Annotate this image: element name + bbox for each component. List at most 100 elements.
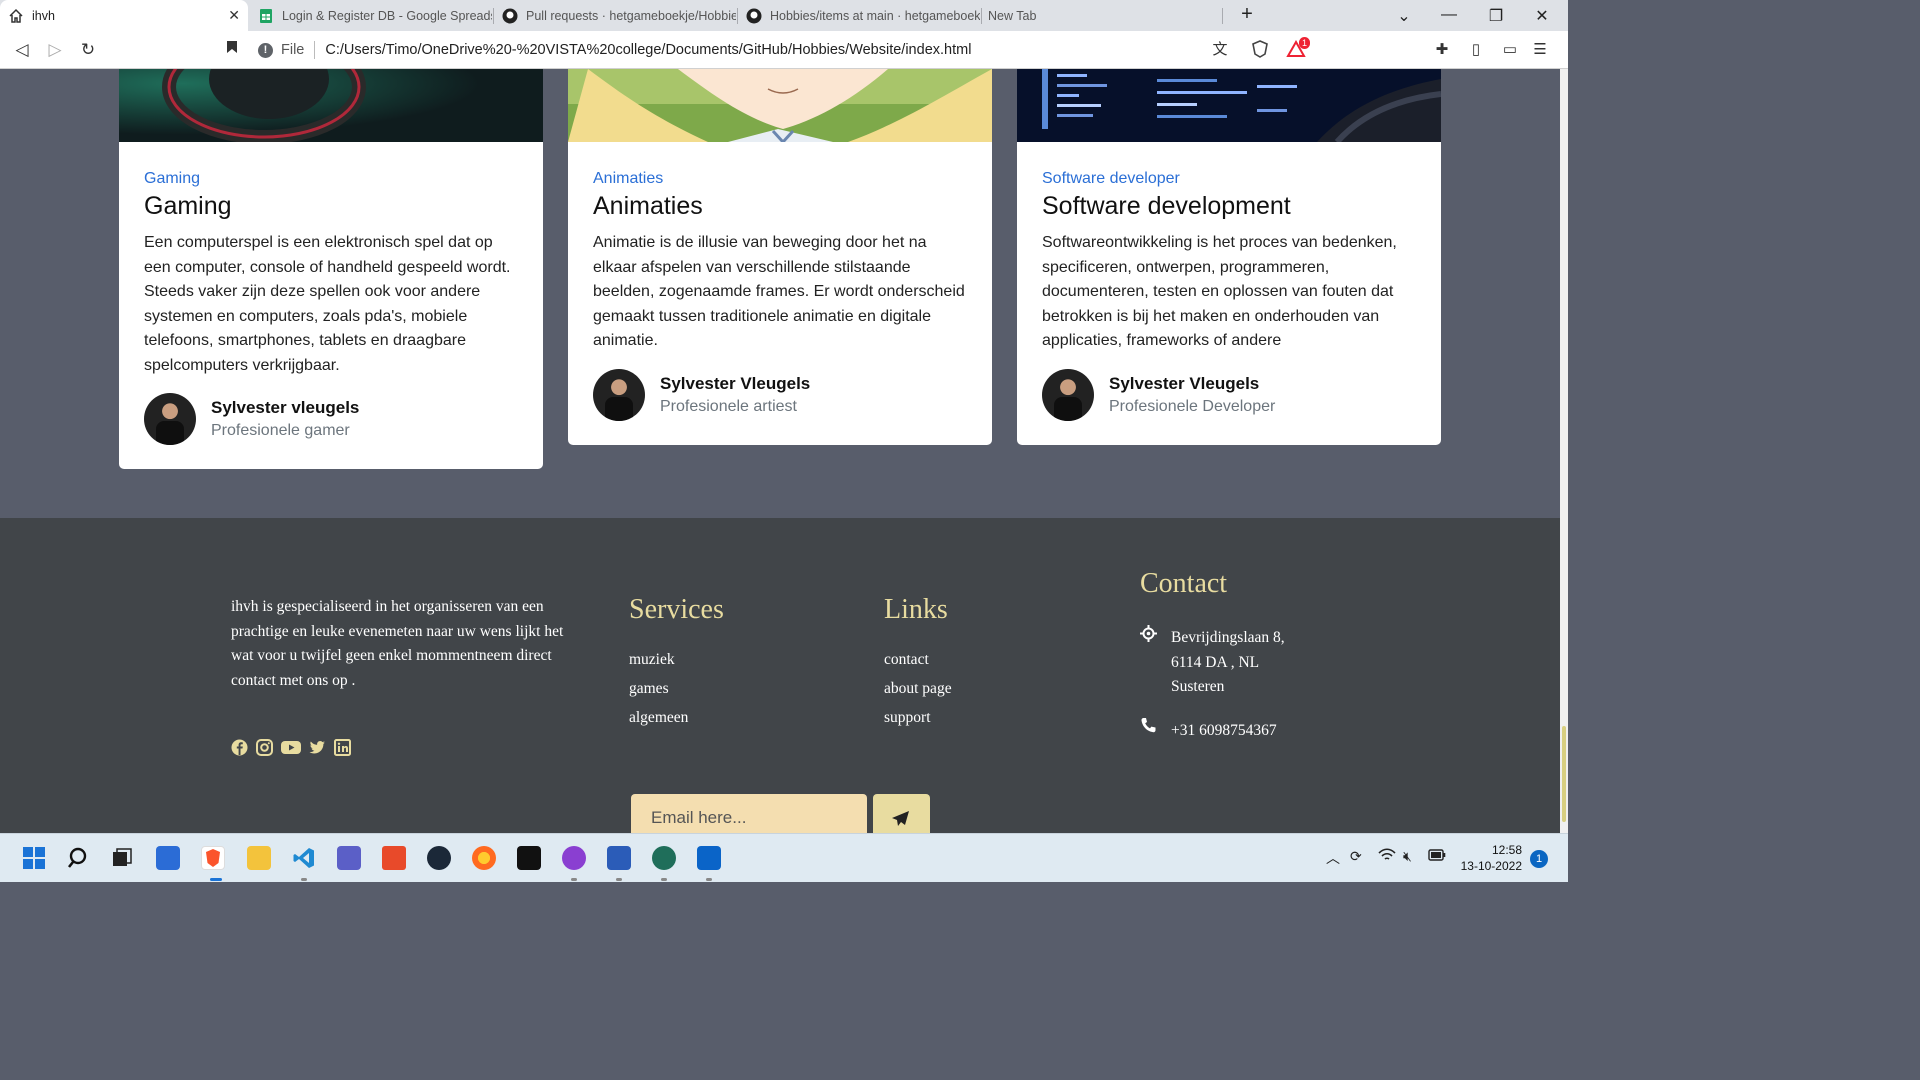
tab-hobbies-items[interactable]: Hobbies/items at main · hetgameboek — [738, 0, 980, 31]
search-icon[interactable] — [67, 846, 91, 870]
wallet-icon[interactable]: ▭ — [1500, 40, 1520, 60]
code-screen-image — [1017, 69, 1441, 142]
youtube-icon[interactable] — [281, 739, 301, 756]
running-indicator — [616, 878, 622, 881]
twitter-icon[interactable] — [309, 739, 326, 756]
contact-heading: Contact — [1140, 568, 1228, 599]
tab-new-tab[interactable]: New Tab — [980, 0, 1220, 31]
clock-time: 12:58 — [1491, 843, 1522, 857]
forward-icon[interactable]: ▷ — [44, 39, 66, 61]
footer-link-muziek[interactable]: muziek — [629, 651, 675, 669]
card-category[interactable]: Gaming — [144, 170, 518, 188]
minimize-icon[interactable]: — — [1439, 6, 1459, 24]
card-author: Sylvester Vleugels Profesionele Develope… — [1042, 368, 1416, 421]
card-animaties: Animaties Animaties Animatie is de illus… — [568, 69, 992, 445]
vscode-icon[interactable] — [292, 846, 316, 870]
volume-muted-icon[interactable]: 🔇︎ — [1403, 848, 1412, 865]
github-desktop-icon[interactable] — [562, 846, 586, 870]
footer-link-about-page[interactable]: about page — [884, 680, 952, 698]
author-name: Sylvester Vleugels — [660, 373, 811, 393]
scrollbar-thumb[interactable] — [1562, 726, 1566, 822]
address-bar[interactable]: ! File C:/Users/Timo/OneDrive%20-%20VIST… — [258, 35, 1238, 65]
web-page: Gaming Gaming Een computerspel is een el… — [0, 69, 1560, 833]
address-city: Susteren — [1171, 678, 1225, 695]
tab-separator — [1222, 8, 1223, 24]
tab-label: Login & Register DB - Google Spreads — [282, 8, 492, 23]
card-category[interactable]: Software developer — [1042, 170, 1416, 188]
tab-pull-requests[interactable]: Pull requests · hetgameboekje/Hobbie — [494, 0, 736, 31]
gitkraken-icon[interactable] — [652, 846, 676, 870]
extensions-icon[interactable]: ✚ — [1432, 40, 1452, 60]
card-text: Softwareontwikkeling is het proces van b… — [1042, 234, 1397, 349]
card-text: Een computerspel is een elektronisch spe… — [144, 234, 511, 374]
author-role: Profesionele Developer — [1109, 397, 1276, 415]
start-icon[interactable] — [22, 846, 46, 870]
teams-icon[interactable] — [337, 846, 361, 870]
avatar — [593, 368, 645, 421]
gaming-headset-image — [119, 69, 543, 142]
office-icon[interactable] — [382, 846, 406, 870]
windows-taskbar: ︿ ⟳ 🔇︎ 12:58 13-10-2022 1 — [0, 833, 1568, 882]
system-clock[interactable]: 12:58 13-10-2022 — [1456, 842, 1522, 874]
back-icon[interactable]: ◁ — [11, 39, 33, 61]
tab-google-sheets[interactable]: Login & Register DB - Google Spreads — [250, 0, 492, 31]
services-heading: Services — [629, 594, 724, 625]
file-explorer-icon[interactable] — [247, 846, 271, 870]
brave-rewards-icon[interactable]: 1 — [1286, 37, 1311, 60]
contact-address: Bevrijdingslaan 8, 6114 DA , NL Susteren — [1171, 626, 1285, 700]
newsletter-email-input[interactable]: Email here... — [631, 794, 867, 833]
tab-ihvh[interactable]: ihvh ✕ — [0, 0, 248, 31]
newsletter-send-button[interactable] — [873, 794, 930, 833]
linkedin-icon[interactable] — [334, 739, 351, 756]
author-role: Profesionele artiest — [660, 397, 797, 415]
avatar — [1042, 368, 1094, 421]
notification-badge[interactable]: 1 — [1530, 850, 1548, 868]
footer-link-contact[interactable]: contact — [884, 651, 929, 669]
author-role: Profesionele gamer — [211, 422, 350, 439]
card-software: Software developer Software development … — [1017, 69, 1441, 445]
terminal-icon[interactable] — [517, 846, 541, 870]
battery-icon[interactable] — [1428, 848, 1446, 864]
translate-icon[interactable]: 文 — [1210, 40, 1230, 60]
tab-label: Hobbies/items at main · hetgameboek — [770, 8, 980, 23]
sync-icon[interactable]: ⟳ — [1350, 848, 1362, 865]
close-window-icon[interactable]: ✕ — [1532, 6, 1552, 26]
hobbies-cards-section: Gaming Gaming Een computerspel is een el… — [0, 69, 1560, 518]
firefox-icon[interactable] — [472, 846, 496, 870]
url-text[interactable]: C:/Users/Timo/OneDrive%20-%20VISTA%20col… — [325, 42, 971, 58]
task-view-icon[interactable] — [110, 846, 134, 870]
steam-icon[interactable] — [427, 846, 451, 870]
page-scrollbar[interactable] — [1560, 69, 1568, 833]
phone-icon — [1141, 718, 1156, 733]
store-icon[interactable] — [156, 846, 180, 870]
menu-icon[interactable]: ☰ — [1530, 40, 1550, 60]
chevron-down-icon[interactable]: ⌄ — [1394, 6, 1414, 26]
tab-bar: ihvh ✕ Login & Register DB - Google Spre… — [0, 0, 1568, 31]
outlook-icon[interactable] — [697, 846, 721, 870]
brave-shield-icon[interactable] — [1250, 40, 1270, 60]
footer-link-games[interactable]: games — [629, 680, 669, 698]
info-icon[interactable]: ! — [258, 42, 273, 58]
running-indicator — [301, 878, 307, 881]
footer-link-support[interactable]: support — [884, 709, 931, 727]
restore-icon[interactable]: ❐ — [1486, 6, 1506, 26]
reload-icon[interactable]: ↻ — [77, 39, 99, 61]
word-icon[interactable] — [607, 846, 631, 870]
card-category[interactable]: Animaties — [593, 170, 967, 188]
active-indicator — [210, 878, 222, 881]
close-tab-icon[interactable]: ✕ — [228, 7, 240, 24]
wifi-icon[interactable] — [1378, 848, 1396, 865]
facebook-icon[interactable] — [231, 739, 248, 756]
address-toolbar: ◁ ▷ ↻ ! File C:/Users/Timo/OneDrive%20-%… — [0, 31, 1568, 69]
brave-browser-icon[interactable] — [201, 846, 225, 870]
home-icon — [9, 8, 23, 23]
bookmark-icon[interactable] — [221, 39, 243, 61]
sidebar-toggle-icon[interactable]: ▯ — [1466, 40, 1486, 60]
chevron-up-icon[interactable]: ︿ — [1326, 848, 1340, 868]
contact-phone[interactable]: +31 6098754367 — [1171, 719, 1277, 744]
new-tab-plus-icon[interactable]: + — [1237, 3, 1257, 26]
avatar — [144, 393, 196, 445]
footer-link-algemeen[interactable]: algemeen — [629, 709, 688, 727]
instagram-icon[interactable] — [256, 739, 273, 756]
running-indicator — [571, 878, 577, 881]
